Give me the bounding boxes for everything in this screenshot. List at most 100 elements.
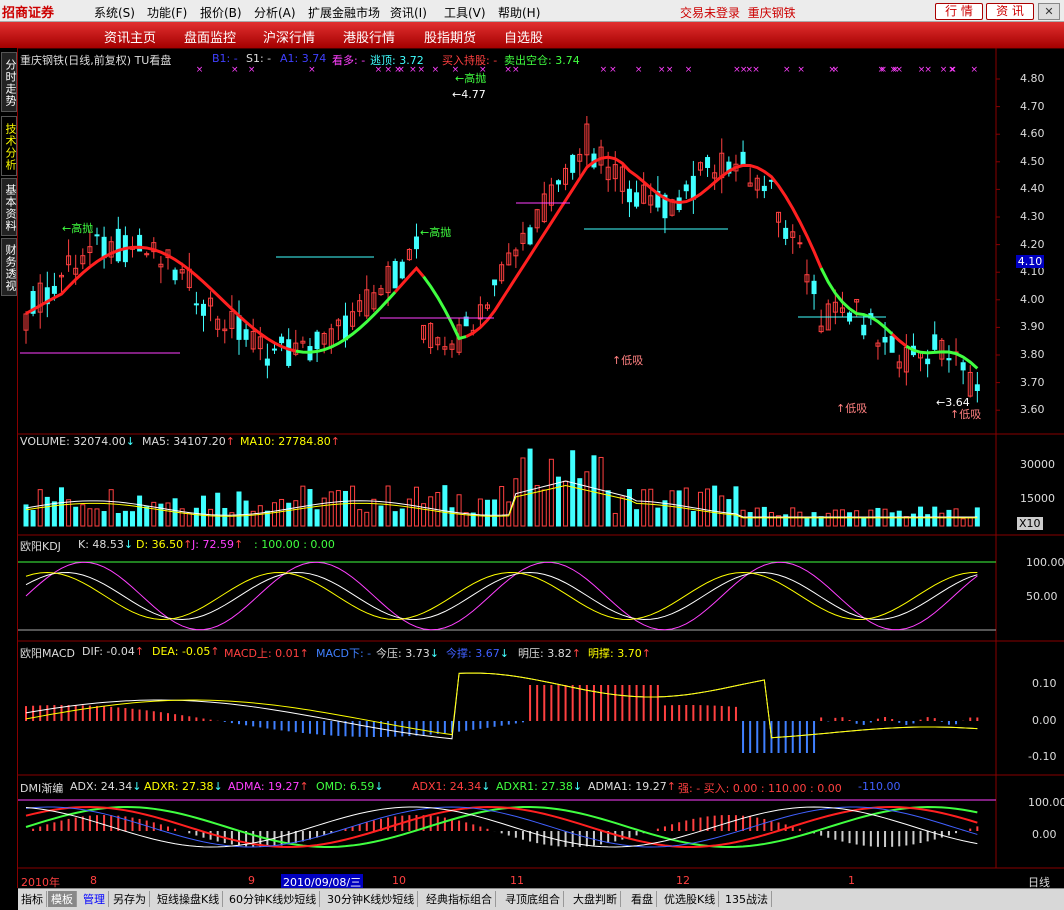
- volume-bar: [406, 498, 412, 527]
- candle-body: [626, 188, 632, 203]
- low-buy-text-3: 低吸: [959, 408, 982, 421]
- btab-topbottom[interactable]: 寻顶底组合: [502, 891, 564, 907]
- candle-body: [279, 336, 285, 344]
- nav-futures[interactable]: 股指期货: [424, 27, 476, 46]
- dmi-adma-text: ADMA: 19.27: [228, 780, 300, 793]
- top-mark: ×: [609, 65, 617, 75]
- volume-bar: [80, 504, 86, 527]
- info-button[interactable]: 资 讯: [986, 3, 1034, 20]
- candle-body: [51, 285, 57, 294]
- chart-canvas[interactable]: × × ×× × ×× × × ×× ××× × ×× × × ×× ××× ×× ××× × ×× × ×× ×× ×× ×: [18, 48, 1064, 888]
- tab-technical[interactable]: 技术分析: [1, 116, 17, 176]
- bottom-tabs: 指标 模板 管理 另存为 短线操盘K线 60分钟K线炒短线 30分钟K线炒短线 …: [18, 888, 1064, 910]
- candle-body: [243, 329, 249, 340]
- menu-function[interactable]: 功能(F): [147, 4, 187, 21]
- dmi-adxr-text: ADXR: 27.38: [144, 780, 214, 793]
- btab-watch[interactable]: 看盘: [628, 891, 657, 907]
- top-mark: ×: [797, 65, 805, 75]
- tab-finance[interactable]: 财务透视: [1, 238, 17, 296]
- volume-bar: [58, 487, 64, 527]
- vol-tick-0: 30000: [1020, 458, 1055, 471]
- top-mark: ×: [878, 65, 886, 75]
- btab-classic[interactable]: 经典指标组合: [423, 891, 496, 907]
- nav-news-home[interactable]: 资讯主页: [104, 27, 156, 46]
- candle-body: [555, 180, 561, 185]
- btab-short-k[interactable]: 短线操盘K线: [154, 891, 224, 907]
- menu-tools[interactable]: 工具(V): [444, 4, 486, 21]
- volume-bar: [456, 494, 462, 527]
- volume-bar: [94, 508, 100, 527]
- macd-jincheng: 今撑: 3.67↓: [446, 647, 509, 660]
- btab-pick-k[interactable]: 优选股K线: [661, 891, 720, 907]
- candle-body: [783, 227, 789, 239]
- nav-monitor[interactable]: 盘面监控: [184, 27, 236, 46]
- btab-30min[interactable]: 30分钟K线炒短线: [324, 891, 419, 907]
- kdj-line: [25, 571, 978, 621]
- candle-body: [115, 228, 121, 262]
- menu-quote[interactable]: 报价(B): [200, 4, 242, 21]
- candle-body: [761, 185, 767, 192]
- macd-jinya-text: 今压: 3.73: [376, 647, 430, 660]
- btab-template[interactable]: 模板: [48, 891, 77, 907]
- menu-extended-market[interactable]: 扩展金融市场: [308, 4, 380, 21]
- volume-bar: [442, 485, 448, 527]
- tab-intraday[interactable]: 分时走势: [1, 52, 17, 112]
- btab-indicator[interactable]: 指标: [18, 891, 47, 907]
- menu-info[interactable]: 资讯(I): [390, 4, 427, 21]
- chart-area[interactable]: × × × × × × × × × × × × × × × × × × × × × × × × × × × × × × × × × × × × × × × ×…: [18, 48, 1064, 890]
- candle-body: [974, 384, 980, 391]
- ma5-text: MA5: 34107.20: [142, 435, 226, 448]
- volume-bar: [705, 488, 711, 527]
- macd-tick-0: 0.10: [1032, 677, 1057, 690]
- kdj-d-text: D: 36.50: [136, 538, 184, 551]
- nav-shsz[interactable]: 沪深行情: [263, 27, 315, 46]
- volume-bar: [30, 510, 36, 527]
- top-mark: ×: [752, 65, 760, 75]
- volume-value: VOLUME: 32074.00↓: [20, 435, 135, 448]
- top-mark: ×: [658, 65, 666, 75]
- menu-system[interactable]: 系统(S): [94, 4, 135, 21]
- volume-bar: [87, 508, 93, 527]
- btab-market[interactable]: 大盘判断: [570, 891, 621, 907]
- dmi-omd: OMD: 6.59↓: [316, 780, 384, 793]
- volume-bar: [662, 500, 668, 527]
- macd-down: MACD下: -: [316, 647, 372, 660]
- kdj-tick-1: 50.00: [1026, 590, 1058, 603]
- kdj-j-text: J: 72.59: [192, 538, 234, 551]
- macd-tick-2: -0.10: [1028, 750, 1057, 763]
- macd-line: [25, 672, 978, 739]
- menu-analysis[interactable]: 分析(A): [254, 4, 296, 21]
- btab-135[interactable]: 135战法: [722, 891, 772, 907]
- volume-bar: [378, 505, 384, 527]
- kdj-line: [25, 571, 978, 621]
- x-label-sep: 9: [248, 874, 255, 887]
- dmi-adxr1-text: ADXR1: 27.38: [496, 780, 573, 793]
- candle-body: [925, 358, 931, 365]
- volume-bar: [144, 506, 150, 527]
- quote-button[interactable]: 行 情: [935, 3, 983, 20]
- nav-hk[interactable]: 港股行情: [343, 27, 395, 46]
- volume-bar: [527, 448, 533, 527]
- ma5-value: MA5: 34107.20↑: [142, 435, 235, 448]
- high-sell-text-mid: 高抛: [429, 226, 452, 239]
- btab-saveas[interactable]: 另存为: [110, 891, 150, 907]
- macd-dea-text: DEA: -0.05: [152, 645, 211, 658]
- close-icon[interactable]: ✕: [1038, 3, 1060, 20]
- tab-basic-info[interactable]: 基本资料: [1, 178, 17, 236]
- login-status[interactable]: 交易未登录 重庆钢铁: [680, 4, 796, 21]
- menu-help[interactable]: 帮助(H): [498, 4, 540, 21]
- nav-watchlist[interactable]: 自选股: [504, 27, 543, 46]
- top-mark: ×: [890, 65, 898, 75]
- volume-bar: [449, 507, 455, 527]
- top-mark: ×: [248, 65, 256, 75]
- volume-bar: [541, 489, 547, 527]
- volume-bar: [591, 455, 597, 527]
- price-tick: 4.50: [1020, 154, 1045, 168]
- dmi-name: DMI渐编: [20, 782, 64, 795]
- volume-bar: [619, 496, 625, 527]
- btab-60min[interactable]: 60分钟K线炒短线: [226, 891, 321, 907]
- volume-bar: [129, 511, 135, 527]
- btab-manage[interactable]: 管理: [80, 891, 109, 907]
- macd-mingya-text: 明压: 3.82: [518, 647, 572, 660]
- candle-body: [960, 362, 966, 371]
